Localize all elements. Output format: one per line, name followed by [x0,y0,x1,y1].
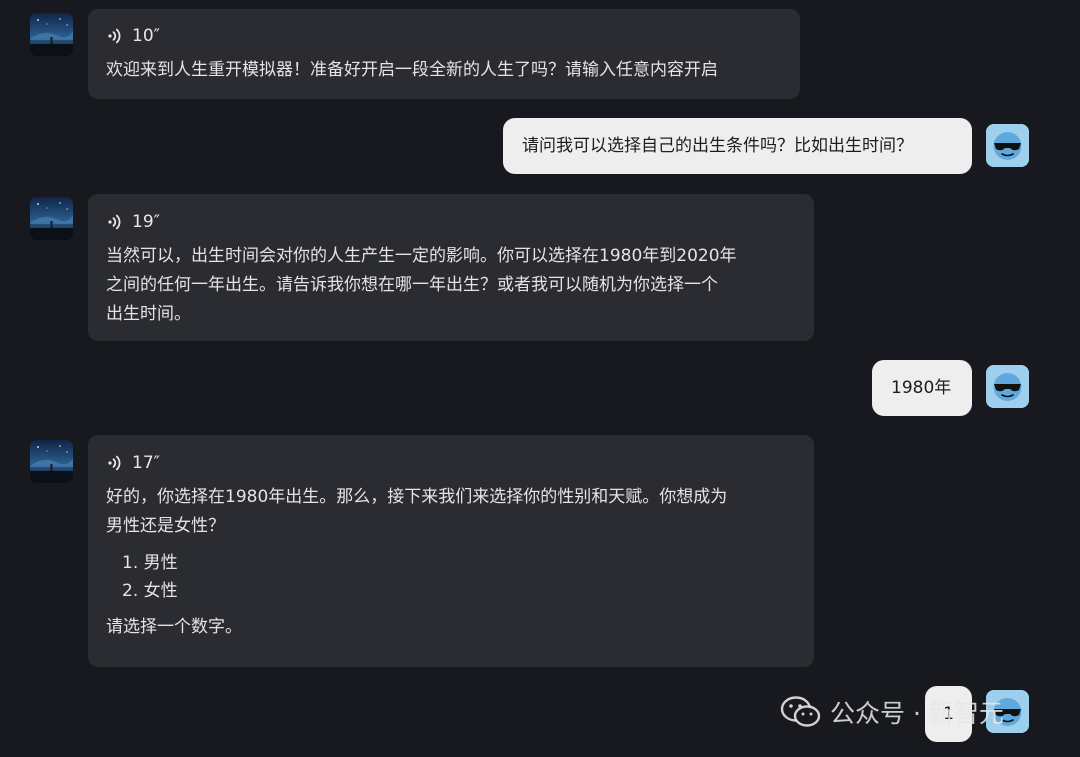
message-line: 出生时间。 [106,304,191,324]
voice-duration-label: 10″ [132,25,160,46]
bot-message-bubble: 17″ 好的，你选择在1980年出生。那么，接下来我们来选择你的性别和天赋。你想… [88,435,814,667]
bot-message-bubble: 10″ 欢迎来到人生重开模拟器！准备好开启一段全新的人生了吗？请输入任意内容开启 [88,9,800,99]
voice-duration[interactable]: 17″ [106,449,796,477]
message-text: 1980年 [891,378,952,398]
sunglasses-emoji-avatar-icon [986,124,1029,167]
voice-duration[interactable]: 19″ [106,208,796,236]
user-avatar [986,124,1029,167]
message-line: 好的，你选择在1980年出生。那么，接下来我们来选择你的性别和天赋。你想成为 [106,487,728,507]
choice-list: 1. 男性 2. 女性 [122,549,796,605]
watermark: 公众号 · 新智元 [780,694,1004,730]
message-closing: 请选择一个数字。 [106,617,242,637]
user-message-bubble: 1980年 [872,360,972,416]
message-text: 欢迎来到人生重开模拟器！准备好开启一段全新的人生了吗？请输入任意内容开启 [106,60,718,80]
message-line: 当然可以，出生时间会对你的人生产生一定的影响。你可以选择在1980年到2020年 [106,246,737,266]
user-message-bubble: 请问我可以选择自己的出生条件吗？比如出生时间？ [503,118,972,174]
watermark-text: 公众号 · 新智元 [830,699,1004,728]
sunglasses-emoji-avatar-icon [986,365,1029,408]
voice-wave-icon [108,455,121,471]
message-text: 请问我可以选择自己的出生条件吗？比如出生时间？ [522,136,913,156]
voice-duration[interactable]: 10″ [106,22,782,50]
message-line: 男性还是女性？ [106,516,225,536]
user-avatar [986,365,1029,408]
night-sky-avatar-icon [30,440,73,483]
bot-avatar [30,197,73,240]
night-sky-avatar-icon [30,13,73,56]
message-text: 好的，你选择在1980年出生。那么，接下来我们来选择你的性别和天赋。你想成为 男… [106,483,796,541]
bot-message-bubble: 19″ 当然可以，出生时间会对你的人生产生一定的影响。你可以选择在1980年到2… [88,194,814,341]
wechat-icon [780,696,821,727]
bot-avatar [30,440,73,483]
bot-avatar [30,13,73,56]
choice-item: 2. 女性 [122,581,178,601]
night-sky-avatar-icon [30,197,73,240]
voice-duration-label: 19″ [132,211,160,232]
voice-wave-icon [108,214,121,230]
message-text: 当然可以，出生时间会对你的人生产生一定的影响。你可以选择在1980年到2020年… [106,242,796,329]
choice-item: 1. 男性 [122,553,178,573]
message-line: 之间的任何一年出生。请告诉我你想在哪一年出生？或者我可以随机为你选择一个 [106,275,718,295]
voice-duration-label: 17″ [132,452,160,473]
voice-wave-icon [108,28,121,44]
